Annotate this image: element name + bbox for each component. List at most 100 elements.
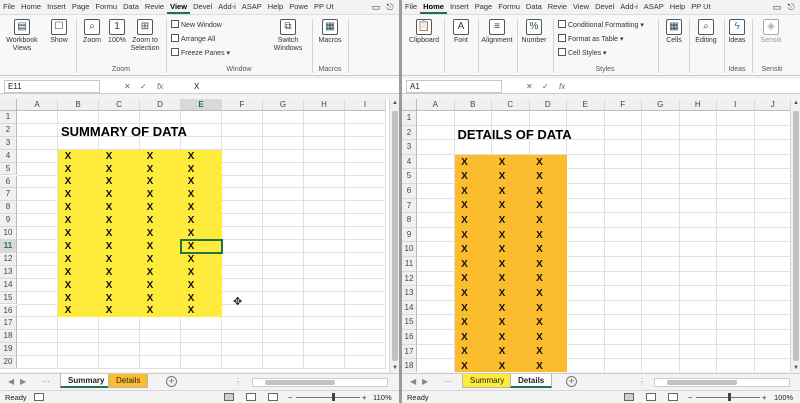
row-header[interactable]: 11	[402, 257, 417, 272]
ribbon-display-options-icon[interactable]: ▭	[369, 0, 383, 14]
ideas-button[interactable]: ϟ Ideas	[726, 19, 748, 45]
data-cell[interactable]: X	[458, 361, 472, 372]
scroll-up-icon[interactable]: ▲	[390, 99, 399, 107]
row-header[interactable]: 2	[0, 123, 17, 137]
column-header[interactable]: F	[604, 99, 642, 111]
ribbon-tab-view[interactable]: View	[167, 0, 191, 14]
row-header[interactable]: 19	[0, 343, 17, 357]
zoom-slider-knob[interactable]	[728, 393, 731, 401]
column-header[interactable]: A	[417, 99, 455, 111]
data-cell[interactable]: X	[184, 215, 198, 226]
zoom-slider-knob[interactable]	[332, 393, 335, 401]
row-header[interactable]: 14	[0, 278, 17, 292]
row-header[interactable]: 13	[0, 265, 17, 279]
ribbon-tab-asap[interactable]: ASAP	[641, 0, 667, 14]
data-cell[interactable]: X	[533, 230, 547, 241]
data-cell[interactable]: X	[184, 254, 198, 265]
data-cell[interactable]: X	[495, 361, 509, 372]
data-cell[interactable]: X	[102, 254, 116, 265]
add-sheet-icon[interactable]: +	[166, 376, 177, 387]
row-header[interactable]: 15	[402, 315, 417, 330]
ribbon-tab-view[interactable]: View	[570, 0, 592, 14]
row-header[interactable]: 3	[0, 136, 17, 150]
column-header[interactable]: C	[99, 99, 140, 111]
data-cell[interactable]: X	[102, 215, 116, 226]
row-header[interactable]: 7	[402, 198, 417, 214]
share-icon[interactable]: ⎋	[784, 0, 798, 14]
horizontal-scrollbar[interactable]	[654, 378, 790, 387]
ribbon-display-options-icon[interactable]: ▭	[770, 0, 784, 14]
data-cell[interactable]: X	[495, 317, 509, 328]
data-cell[interactable]: X	[143, 176, 157, 187]
row-header[interactable]: 12	[402, 271, 417, 287]
data-cell[interactable]: X	[143, 164, 157, 175]
sheet-tab-summary[interactable]: Summary	[462, 374, 513, 388]
column-header[interactable]: E	[181, 99, 222, 111]
share-icon[interactable]: ⎋	[383, 0, 397, 14]
ribbon-tab-devel[interactable]: Devel	[592, 0, 617, 14]
row-header[interactable]: 18	[402, 359, 417, 372]
data-cell[interactable]: X	[61, 280, 75, 291]
font-button[interactable]: A Font	[448, 19, 474, 45]
row-header[interactable]: 11	[0, 240, 17, 253]
row-header[interactable]: 3	[402, 140, 417, 155]
row-header[interactable]: 6	[402, 184, 417, 199]
data-cell[interactable]: X	[143, 267, 157, 278]
page-layout-view-icon[interactable]	[646, 393, 656, 401]
ribbon-tab-formu[interactable]: Formu	[495, 0, 523, 14]
insert-function-icon[interactable]: fx	[559, 80, 565, 93]
zoom-button[interactable]: ⌕ Zoom	[80, 19, 104, 45]
data-cell[interactable]: X	[533, 303, 547, 314]
data-cell[interactable]: X	[102, 151, 116, 162]
data-cell[interactable]: X	[102, 189, 116, 200]
sheet-tab-details[interactable]: Details	[510, 374, 553, 388]
next-sheet-icon[interactable]: ▶	[20, 377, 26, 386]
horizontal-scrollbar[interactable]	[252, 378, 388, 387]
data-cell[interactable]: X	[458, 186, 472, 197]
row-header[interactable]: 9	[0, 214, 17, 228]
data-cell[interactable]: X	[102, 164, 116, 175]
page-layout-view-icon[interactable]	[246, 393, 256, 401]
row-header[interactable]: 16	[402, 330, 417, 345]
column-header[interactable]: D	[529, 99, 567, 111]
scroll-down-icon[interactable]: ▼	[390, 364, 399, 372]
ribbon-tab-data[interactable]: Data	[120, 0, 142, 14]
data-cell[interactable]: X	[458, 200, 472, 211]
data-cell[interactable]: X	[458, 171, 472, 182]
data-cell[interactable]: X	[533, 259, 547, 270]
more-tabs-icon[interactable]: ⋮	[234, 377, 242, 386]
select-all-corner[interactable]	[402, 99, 417, 111]
data-cell[interactable]: X	[61, 215, 75, 226]
ribbon-tab-add-i[interactable]: Add-i	[215, 0, 239, 14]
ribbon-tab-page[interactable]: Page	[472, 0, 496, 14]
worksheet-grid[interactable]: A B C D E F G H I 1 2 3 4 5 6 7 8 9 10 11 12 13 14 15 16 17 18 19 20…	[0, 99, 399, 372]
data-cell[interactable]: X	[533, 171, 547, 182]
data-cell[interactable]: X	[184, 305, 198, 316]
cell-styles-button[interactable]: Cell Styles ▾	[558, 48, 607, 58]
more-sheets-icon[interactable]: ⋯	[444, 377, 452, 386]
insert-function-icon[interactable]: fx	[157, 80, 163, 93]
data-cell[interactable]: X	[143, 202, 157, 213]
next-sheet-icon[interactable]: ▶	[422, 377, 428, 386]
data-cell[interactable]: X	[61, 267, 75, 278]
data-cell[interactable]: X	[495, 346, 509, 357]
scroll-thumb[interactable]	[265, 380, 335, 385]
row-header[interactable]: 16	[0, 304, 17, 318]
row-header[interactable]: 2	[402, 125, 417, 141]
ribbon-tab-revie[interactable]: Revie	[545, 0, 570, 14]
row-header[interactable]: 8	[402, 213, 417, 228]
data-cell[interactable]: X	[61, 202, 75, 213]
zoom-in-icon[interactable]: +	[762, 393, 766, 402]
ribbon-tab-pp-ut[interactable]: PP Ut	[311, 0, 336, 14]
data-cell[interactable]: X	[533, 244, 547, 255]
column-header[interactable]: D	[140, 99, 181, 111]
alignment-button[interactable]: ≡ Alignment	[480, 19, 514, 45]
sheet-tab-summary[interactable]: Summary	[60, 374, 113, 388]
page-break-view-icon[interactable]	[668, 393, 678, 401]
zoom-to-selection-button[interactable]: ⊞ Zoom to Selection	[128, 19, 162, 53]
sheet-tab-details[interactable]: Details	[108, 374, 149, 388]
column-header[interactable]: G	[263, 99, 304, 111]
data-cell[interactable]: X	[184, 151, 198, 162]
ribbon-tab-home[interactable]: Home	[420, 0, 447, 14]
zoom-level[interactable]: 100%	[774, 393, 793, 402]
